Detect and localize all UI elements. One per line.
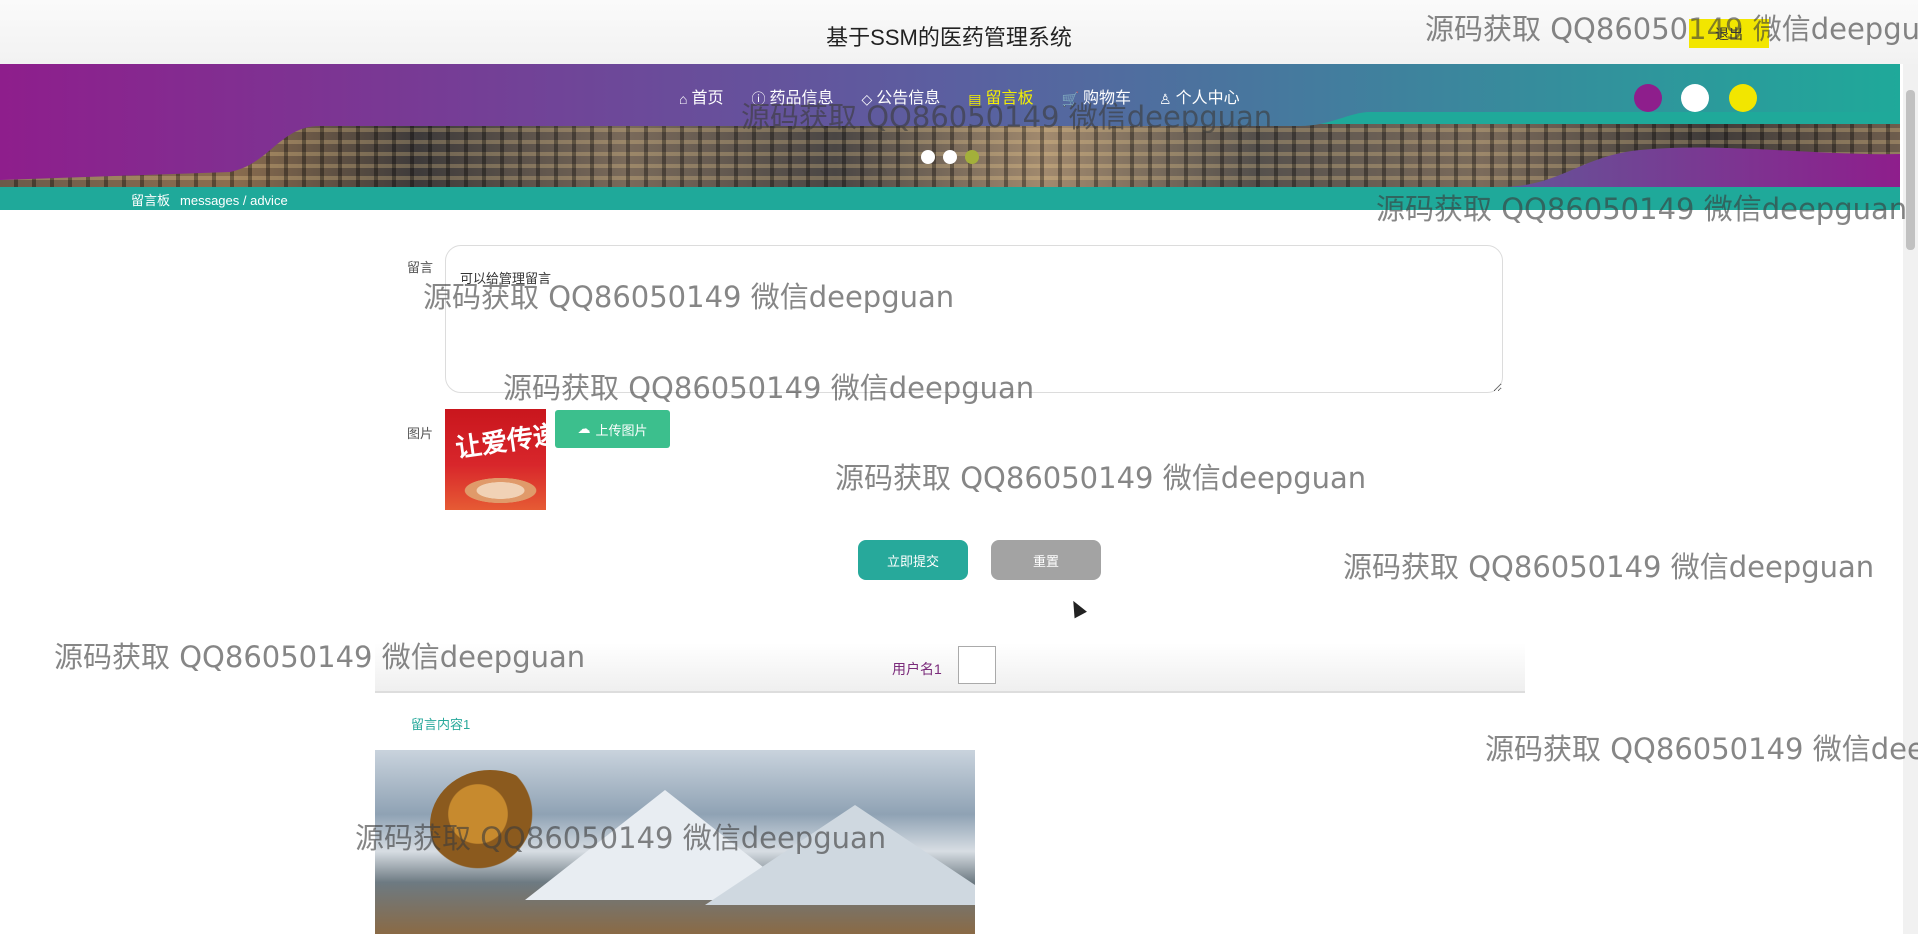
home-icon: ⌂ (679, 91, 688, 107)
site-title: 基于SSM的医药管理系统 (826, 25, 1072, 50)
scrollbar-thumb[interactable] (1906, 90, 1915, 250)
nav-item-label: 药品信息 (769, 90, 834, 107)
slider-dot-3[interactable] (965, 150, 979, 164)
watermark: 源码获取 QQ86050149 微信deepguan (835, 461, 1367, 495)
uploaded-image-preview: 让爱传递 (445, 409, 546, 510)
theme-dot-yellow[interactable] (1729, 84, 1757, 112)
mouse-cursor-icon (1067, 597, 1087, 619)
nav-item[interactable]: ◇ 公告信息 (848, 84, 955, 114)
nav-item-label: 购物车 (1082, 90, 1131, 107)
nav-item-label: 个人中心 (1175, 90, 1240, 107)
message-content: 留言内容1 (411, 717, 471, 732)
nav-item[interactable]: ⌂ 首页 (665, 84, 737, 114)
image-label: 图片 (407, 426, 434, 441)
upload-button-label: 上传图片 (595, 422, 648, 438)
watermark: 源码获取 QQ86050149 微信deepguan (1343, 550, 1875, 584)
upload-image-button[interactable]: ☁ 上传图片 (555, 410, 670, 448)
submit-button[interactable]: 立即提交 (858, 540, 968, 580)
message-avatar (958, 646, 996, 684)
top-bar: 基于SSM的医药管理系统 退出 (0, 0, 1918, 64)
message-photo (375, 750, 975, 934)
page-scrollbar[interactable] (1903, 64, 1918, 934)
theme-dot-white[interactable] (1681, 84, 1709, 112)
message-textarea[interactable] (445, 245, 1503, 393)
reset-button[interactable]: 重置 (991, 540, 1101, 580)
nav-list: ⌂ 首页 ⓘ 药品信息 ◇ 公告信息 ▤ 留言板 🛒 购物车 ♙ 个人中心 (665, 84, 1254, 114)
message-username: 用户名1 (892, 661, 942, 677)
cart-icon: 🛒 (1061, 91, 1079, 107)
breadcrumb-title: 留言板 (131, 193, 171, 208)
cloud-upload-icon: ☁ (577, 421, 591, 436)
nav-item[interactable]: 🛒 购物车 (1048, 84, 1145, 114)
message-item-header: 用户名1 (375, 643, 1525, 693)
message-label: 留言 (407, 260, 434, 275)
nav-item[interactable]: ♙ 个人中心 (1145, 84, 1254, 114)
nav-item-label: 公告信息 (876, 90, 941, 107)
breadcrumb-subtitle: messages / advice (180, 193, 288, 208)
nav-item[interactable]: ▤ 留言板 (954, 84, 1047, 114)
logout-button[interactable]: 退出 (1689, 19, 1769, 48)
tag-icon: ◇ (861, 91, 873, 107)
photo-mountain (705, 805, 975, 905)
main-nav: ⌂ 首页 ⓘ 药品信息 ◇ 公告信息 ▤ 留言板 🛒 购物车 ♙ 个人中心 (0, 84, 1900, 114)
preview-image-text: 让爱传递 (453, 419, 546, 465)
slider-dot-1[interactable] (921, 150, 935, 164)
nav-item[interactable]: ⓘ 药品信息 (737, 84, 847, 114)
preview-image-hands (445, 471, 546, 510)
breadcrumb-bar: 留言板 messages / advice (0, 187, 1900, 210)
slider-dot-2[interactable] (943, 150, 957, 164)
nav-item-label: 留言板 (985, 90, 1034, 107)
info-icon: ⓘ (751, 91, 766, 107)
nav-item-label: 首页 (691, 90, 724, 107)
breadcrumb: 留言板 messages / advice (131, 190, 298, 209)
watermark: 源码获取 QQ86050149 微信deepguan (1485, 732, 1918, 766)
user-icon: ♙ (1159, 91, 1172, 107)
message-icon: ▤ (968, 91, 982, 107)
photo-tree (430, 770, 550, 880)
theme-dot-purple[interactable] (1634, 84, 1662, 112)
